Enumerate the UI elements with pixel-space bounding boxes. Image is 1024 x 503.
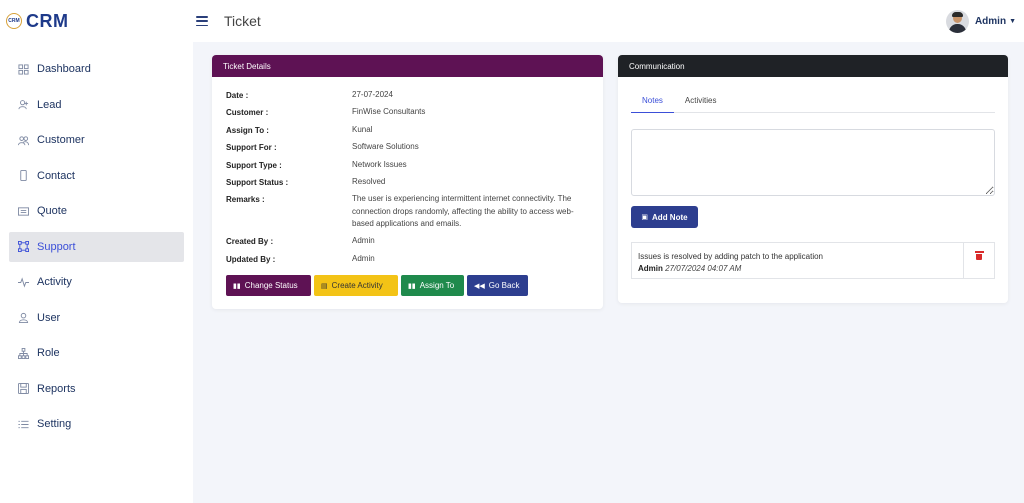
calendar-icon: ▤ (321, 282, 328, 290)
page-title: Ticket (224, 13, 261, 29)
rewind-icon: ◀◀ (474, 282, 485, 290)
menu-toggle-icon[interactable] (196, 16, 208, 26)
sidebar-item-label: Setting (37, 418, 72, 430)
sidebar-item-setting[interactable]: Setting (9, 409, 184, 439)
sidebar-item-contact[interactable]: Contact (9, 161, 184, 191)
communication-tabs: Notes Activities (631, 91, 995, 113)
sidebar-item-role[interactable]: Role (9, 338, 184, 368)
save-icon (18, 383, 29, 394)
tab-notes[interactable]: Notes (631, 91, 674, 113)
ticket-actions: ▮▮ Change Status ▤ Create Activity ▮▮ As… (226, 275, 528, 296)
create-activity-button[interactable]: ▤ Create Activity (314, 275, 398, 296)
support-for-label: Support For : (226, 143, 277, 152)
users-icon (18, 135, 29, 146)
date-value: 27-07-2024 (352, 90, 393, 99)
tab-activities[interactable]: Activities (674, 91, 728, 113)
note-text: Issues is resolved by adding patch to th… (638, 252, 824, 261)
save-icon: ▣ (641, 214, 649, 221)
sidebar-item-label: Support (37, 240, 76, 253)
sidebar-item-label: Reports (37, 382, 76, 395)
crm-logo-icon: CRM (6, 13, 22, 29)
assign-to-button[interactable]: ▮▮ Assign To (401, 275, 464, 296)
pulse-icon (18, 276, 29, 288)
note-input[interactable] (631, 129, 995, 196)
assign-to-label: Assign To : (226, 126, 269, 135)
sidebar-item-support[interactable]: Support (9, 231, 184, 262)
delete-note-button[interactable] (963, 243, 994, 278)
note-timestamp: 27/07/2024 04:07 AM (665, 264, 742, 273)
top-bar: Ticket Admin ▼ (193, 0, 1024, 42)
support-type-value: Network Issues (352, 160, 407, 169)
brand[interactable]: CRM CRM (0, 0, 193, 42)
user-icon (18, 312, 29, 323)
sidebar-item-label: Quote (37, 205, 67, 217)
bar-chart-icon: ▮▮ (408, 282, 416, 290)
sidebar-item-activity[interactable]: Activity (9, 267, 184, 297)
sidebar: CRM CRM Dashboard Lead Customer Contact … (0, 0, 193, 503)
ticket-details-header: Ticket Details (212, 55, 603, 77)
sidebar-item-label: Customer (37, 134, 85, 146)
support-for-value: Software Solutions (352, 142, 419, 151)
created-by-label: Created By : (226, 237, 274, 246)
updated-by-value: Admin (352, 254, 375, 263)
date-label: Date : (226, 91, 249, 100)
user-menu[interactable]: Admin ▼ (945, 10, 1016, 33)
sidebar-item-label: Dashboard (37, 63, 91, 75)
sidebar-item-lead[interactable]: Lead (9, 90, 184, 120)
sidebar-item-dashboard[interactable]: Dashboard (9, 54, 184, 84)
sidebar-item-quote[interactable]: Quote (9, 196, 184, 226)
add-note-button[interactable]: ▣ Add Note (631, 206, 698, 228)
note-content: Issues is resolved by adding patch to th… (632, 243, 963, 278)
note-author: Admin (638, 264, 663, 273)
chevron-down-icon: ▼ (1009, 18, 1016, 25)
sidebar-item-user[interactable]: User (9, 303, 184, 333)
sidebar-item-customer[interactable]: Customer (9, 125, 184, 155)
bar-chart-icon: ▮▮ (233, 282, 241, 290)
sidebar-item-reports[interactable]: Reports (9, 374, 184, 404)
phone-icon (18, 170, 29, 181)
user-name: Admin (974, 16, 1007, 27)
sidebar-item-label: Lead (37, 98, 62, 111)
updated-by-label: Updated By : (226, 255, 276, 264)
brand-name: CRM (26, 10, 69, 31)
note-item: Issues is resolved by adding patch to th… (631, 242, 995, 279)
note-meta: Admin 27/07/2024 04:07 AM (638, 263, 957, 275)
grid-icon (18, 63, 29, 75)
support-icon (18, 241, 29, 252)
sidebar-nav: Dashboard Lead Customer Contact Quote Su… (0, 54, 193, 439)
remarks-label: Remarks : (226, 195, 265, 204)
support-type-label: Support Type : (226, 161, 282, 170)
customer-value: FinWise Consultants (352, 107, 426, 116)
ticket-details-card: Ticket Details Date : 27-07-2024 Custome… (212, 55, 603, 309)
sidebar-item-label: User (37, 311, 61, 324)
sidebar-item-label: Contact (37, 169, 75, 182)
sidebar-item-label: Activity (37, 276, 72, 288)
sidebar-item-label: Role (37, 347, 60, 359)
assign-to-value: Kunal (352, 125, 373, 134)
customer-label: Customer : (226, 108, 269, 117)
avatar (945, 10, 969, 33)
communication-header: Communication (618, 55, 1008, 77)
document-icon (18, 206, 29, 217)
remarks-value: The user is experiencing intermittent in… (352, 194, 574, 228)
change-status-button[interactable]: ▮▮ Change Status (226, 275, 311, 296)
hierarchy-icon (18, 347, 29, 359)
communication-card: Communication Notes Activities ▣ Add Not… (618, 55, 1008, 303)
created-by-value: Admin (352, 236, 375, 245)
go-back-button[interactable]: ◀◀ Go Back (467, 275, 528, 296)
list-icon (18, 419, 29, 430)
support-status-label: Support Status : (226, 178, 289, 187)
support-status-value: Resolved (352, 177, 386, 186)
trash-icon (974, 251, 984, 260)
user-plus-icon (18, 99, 29, 110)
